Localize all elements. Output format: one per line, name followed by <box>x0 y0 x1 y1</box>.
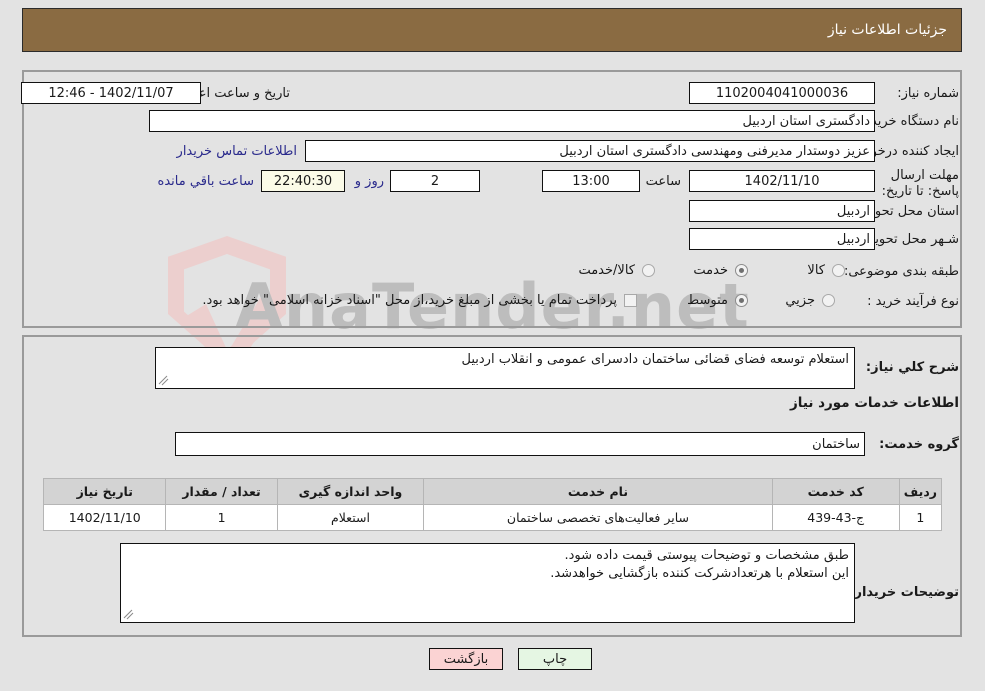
table-cell-service-name: سایر فعالیت‌های تخصصی ساختمان <box>423 504 773 531</box>
description-resize-handle[interactable] <box>158 375 170 387</box>
services-section-heading: اطلاعات خدمات مورد نیاز <box>789 395 959 411</box>
need-number-label: شماره نیاز: <box>897 86 959 101</box>
category-radio-khedmat[interactable] <box>735 264 748 277</box>
category-radio-kala-khedmat[interactable] <box>642 264 655 277</box>
creator-field[interactable]: عزیز دوستدار مدیرفنی ومهندسی دادگستری اس… <box>305 140 875 162</box>
treasury-bonds-label: پرداخت تمام یا بخشی از مبلغ خرید،از محل … <box>202 293 617 308</box>
remaining-time-field: 22:40:30 <box>261 170 345 192</box>
table-header-row: ردیف کد خدمت نام خدمت واحد اندازه گیری ت… <box>42 478 943 505</box>
deadline-date-field[interactable]: 1402/11/10 <box>689 170 875 192</box>
table-header-need-date: تاریخ نیاز <box>42 478 167 505</box>
announce-datetime-field[interactable]: 1402/11/07 - 12:46 <box>21 82 201 104</box>
service-group-field[interactable]: ساختمان <box>175 432 865 456</box>
table-header-radif: ردیف <box>898 478 943 505</box>
buyer-notes-line-1: طبق مشخصات و توضیحات پیوستی قیمت داده شو… <box>564 548 849 563</box>
buyer-org-field[interactable]: دادگستری استان اردبیل <box>149 110 875 132</box>
buyer-notes-textarea[interactable]: طبق مشخصات و توضیحات پیوستی قیمت داده شو… <box>120 543 855 623</box>
treasury-bonds-checkbox[interactable] <box>624 294 637 307</box>
table-cell-need-date: 1402/11/10 <box>42 504 167 531</box>
process-option-1-label: متوسط <box>687 293 728 308</box>
table-header-service-code: کد خدمت <box>771 478 900 505</box>
category-radio-kala[interactable] <box>832 264 845 277</box>
table-cell-service-code: ج-43-439 <box>771 504 900 531</box>
page-title: جزئیات اطلاعات نیاز <box>827 22 947 38</box>
process-option-0-label: جزیي <box>785 293 815 308</box>
category-option-2-label: کالا/خدمت <box>578 263 635 278</box>
days-unit-label: روز و <box>354 174 384 189</box>
process-radio-jozi[interactable] <box>822 294 835 307</box>
remaining-time-label: ساعت باقي مانده <box>157 174 254 189</box>
service-group-label: گروه خدمت: <box>879 437 959 452</box>
services-table: ردیف کد خدمت نام خدمت واحد اندازه گیری ت… <box>42 478 943 531</box>
city-field[interactable]: اردبیل <box>689 228 875 250</box>
table-header-service-name: نام خدمت <box>423 478 773 505</box>
table-row: 1 ج-43-439 سایر فعالیت‌های تخصصی ساختمان… <box>42 504 943 531</box>
process-label: نوع فرآیند خرید : <box>867 294 959 309</box>
process-radio-motavaset[interactable] <box>735 294 748 307</box>
table-header-quantity: تعداد / مقدار <box>165 478 278 505</box>
province-field[interactable]: اردبیل <box>689 200 875 222</box>
buyer-notes-line-2: این استعلام با هرتعدادشرکت کننده بازگشای… <box>550 566 849 581</box>
need-info-panel <box>22 70 962 328</box>
city-label: شـهر محل تحویل: <box>861 232 959 247</box>
buyer-notes-resize-handle[interactable] <box>123 609 135 621</box>
category-option-1-label: خدمت <box>693 263 728 278</box>
category-option-0-label: کالا <box>807 263 825 278</box>
deadline-label: مهلت ارسال پاسخ: تا تاریخ: <box>881 168 959 199</box>
table-header-unit: واحد اندازه گیری <box>276 478 425 505</box>
table-cell-quantity: 1 <box>165 504 278 531</box>
deadline-hour-field[interactable]: 13:00 <box>542 170 640 192</box>
description-label: شرح کلي نیاز: <box>865 360 959 375</box>
print-button[interactable]: چاپ <box>518 648 592 670</box>
description-textarea[interactable]: استعلام توسعه فضای قضائی ساختمان دادسرای… <box>155 347 855 389</box>
page-root: AnaTender.net جزئیات اطلاعات نیاز شماره … <box>0 0 985 691</box>
buyer-contact-link[interactable]: اطلاعات تماس خریدار <box>177 144 297 160</box>
table-cell-unit: استعلام <box>276 504 425 531</box>
remaining-days-field[interactable]: 2 <box>390 170 480 192</box>
deadline-hour-label: ساعت <box>645 174 681 189</box>
buyer-notes-label: توضیحات خریدار: <box>849 585 959 600</box>
table-cell-radif: 1 <box>898 504 943 531</box>
category-label: طبقه بندی موضوعی: <box>843 264 959 279</box>
page-title-bar: جزئیات اطلاعات نیاز <box>22 8 962 52</box>
need-number-field[interactable]: 1102004041000036 <box>689 82 875 104</box>
back-button[interactable]: بازگشت <box>429 648 503 670</box>
description-text: استعلام توسعه فضای قضائی ساختمان دادسرای… <box>461 352 850 367</box>
